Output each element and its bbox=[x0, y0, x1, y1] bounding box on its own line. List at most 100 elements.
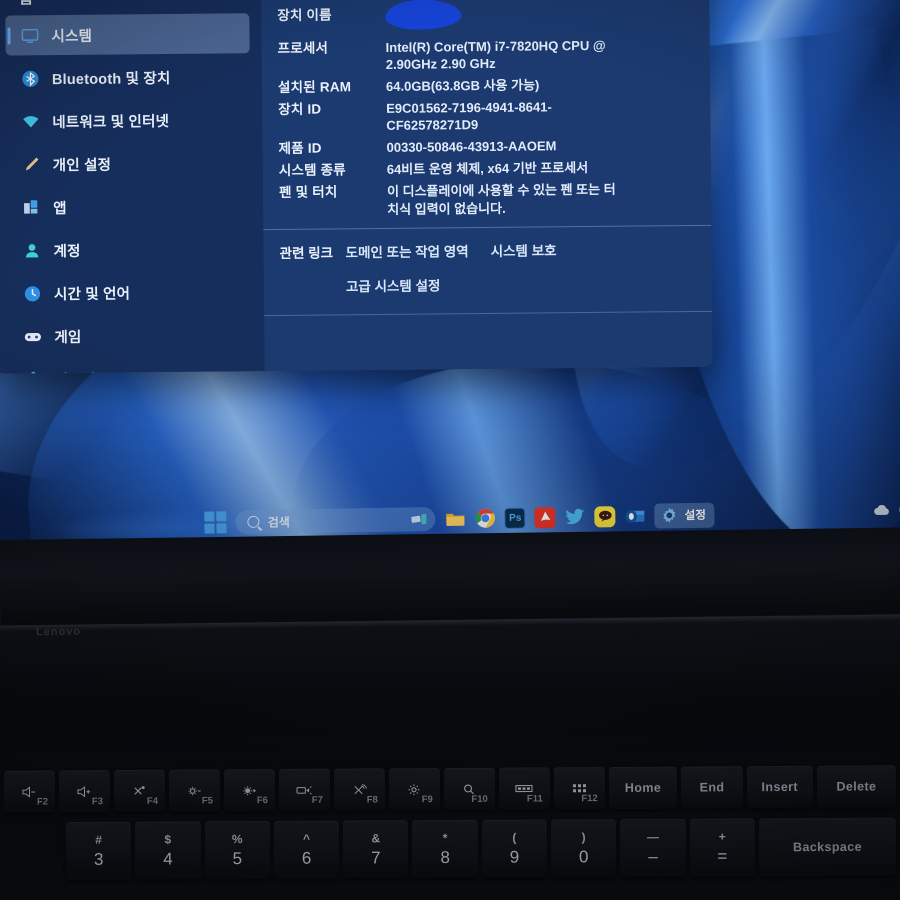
airplane-mode-icon bbox=[352, 783, 367, 796]
outlook-icon[interactable] bbox=[625, 505, 646, 526]
link-advanced-system-settings[interactable]: 고급 시스템 설정 bbox=[346, 279, 441, 295]
key-f3[interactable]: F3 bbox=[58, 770, 111, 813]
sidebar-item-system[interactable]: 시스템 bbox=[5, 13, 250, 56]
key-label: F2 bbox=[36, 796, 49, 808]
mic-mute-icon bbox=[132, 784, 147, 797]
related-links-label: 관련 링크 bbox=[279, 245, 334, 262]
key-f6[interactable]: F6 bbox=[223, 769, 275, 812]
key-digit: = bbox=[717, 846, 728, 866]
sidebar-item-label: 시스템 bbox=[51, 28, 93, 45]
widgets-icon[interactable] bbox=[411, 512, 428, 526]
key-f5[interactable]: F5 bbox=[168, 769, 220, 812]
sidebar-item-time-language[interactable]: 시간 및 언어 bbox=[8, 271, 252, 313]
key-0[interactable]: ) 0 bbox=[550, 819, 617, 878]
key-f2[interactable]: F2 bbox=[3, 770, 56, 813]
key-end[interactable]: End bbox=[681, 766, 743, 809]
sidebar-item-gaming[interactable]: 게임 bbox=[8, 314, 252, 356]
chrome-icon[interactable] bbox=[475, 508, 496, 529]
search-input[interactable]: 검색 bbox=[235, 507, 436, 535]
keyboard: F2 F3 F4 F5 F6 F7 F8 F9 F10 F11 F12 Home… bbox=[0, 760, 900, 900]
key-3[interactable]: # 3 bbox=[65, 821, 132, 881]
device-spec-panel: i 장치 사양 복사 ▵ 장치 이름 프로세서 Intel(R) Core(TM… bbox=[260, 0, 713, 372]
key-minus[interactable]: — – bbox=[620, 818, 686, 878]
gamepad-icon bbox=[22, 326, 42, 346]
key-f11[interactable]: F11 bbox=[498, 767, 550, 810]
sidebar-item-accessibility[interactable]: 접근성 bbox=[9, 357, 253, 374]
sidebar-item-label: 시간 및 언어 bbox=[53, 285, 131, 303]
apps-icon bbox=[21, 197, 41, 217]
key-label: F5 bbox=[201, 795, 213, 807]
key-label: Home bbox=[624, 780, 662, 795]
key-equals[interactable]: + = bbox=[689, 818, 756, 877]
key-f4[interactable]: F4 bbox=[113, 769, 166, 813]
file-explorer-icon[interactable] bbox=[445, 508, 466, 529]
cloud-icon[interactable] bbox=[873, 503, 891, 521]
key-f10[interactable]: F10 bbox=[443, 767, 495, 811]
laptop-photo: 홈 시스템 Bluetooth 및 장치 bbox=[0, 0, 900, 900]
key-7[interactable]: & 7 bbox=[343, 820, 409, 879]
redaction-blob bbox=[385, 0, 462, 30]
sidebar-item-label: 계정 bbox=[53, 243, 81, 260]
key-symbol: ) bbox=[581, 830, 586, 845]
key-symbol: — bbox=[646, 829, 659, 844]
settings-gear-icon bbox=[407, 783, 421, 796]
key-home[interactable]: Home bbox=[608, 766, 678, 810]
key-8[interactable]: * 8 bbox=[412, 819, 478, 879]
key-f7[interactable]: F7 bbox=[278, 768, 330, 812]
key-f12[interactable]: F12 bbox=[553, 767, 605, 810]
key-symbol: & bbox=[371, 831, 381, 846]
clock-icon bbox=[22, 283, 42, 303]
key-insert[interactable]: Insert bbox=[746, 765, 814, 809]
key-9[interactable]: ( 9 bbox=[481, 819, 548, 878]
spec-row-device-id: 장치 ID E9C01562-7196-4941-8641-CF62578271… bbox=[278, 97, 710, 136]
sidebar-item-label: Bluetooth 및 장치 bbox=[51, 70, 171, 88]
key-symbol: + bbox=[718, 829, 726, 844]
spec-key: 제품 ID bbox=[278, 140, 322, 156]
sidebar-item-accounts[interactable]: 계정 bbox=[7, 228, 251, 270]
photoshop-icon[interactable]: Ps bbox=[504, 507, 526, 529]
brightness-up-icon bbox=[242, 784, 257, 797]
sidebar-item-network[interactable]: 네트워크 및 인터넷 bbox=[6, 99, 250, 141]
key-backspace[interactable]: Backspace bbox=[758, 817, 897, 877]
keyboard-number-row: # 3 $ 4 % 5 ^ 6 & 7 * 8 (9) 0 — – + = … bbox=[0, 817, 900, 885]
key-f8[interactable]: F8 bbox=[333, 768, 385, 811]
key-label: F8 bbox=[366, 794, 378, 806]
spec-value: 00330-50846-43913-AAOEM bbox=[386, 138, 557, 155]
keyboard-function-row: F2 F3 F4 F5 F6 F7 F8 F9 F10 F11 F12 Home… bbox=[0, 765, 900, 816]
key-4[interactable]: $ 4 bbox=[135, 821, 201, 880]
key-label: Insert bbox=[761, 779, 799, 795]
settings-sidebar: 홈 시스템 Bluetooth 및 장치 bbox=[0, 0, 265, 374]
link-domain-workgroup[interactable]: 도메인 또는 작업 영역 bbox=[346, 241, 469, 262]
key-f9[interactable]: F9 bbox=[388, 768, 440, 811]
sidebar-item-label: 개인 설정 bbox=[52, 157, 112, 174]
key-digit: 5 bbox=[232, 849, 243, 869]
twitter-icon[interactable] bbox=[565, 506, 586, 527]
key-6[interactable]: ^ 6 bbox=[273, 820, 340, 879]
acrobat-reader-icon[interactable] bbox=[534, 506, 556, 528]
sidebar-item-personalization[interactable]: 개인 설정 bbox=[7, 142, 251, 184]
spec-value: 64비트 운영 체제, x64 기반 프로세서 bbox=[386, 160, 589, 178]
key-digit: 4 bbox=[163, 849, 173, 869]
key-label: F7 bbox=[311, 794, 323, 806]
screen-bezel bbox=[0, 527, 900, 626]
system-tray bbox=[873, 502, 900, 522]
key-label: F9 bbox=[421, 794, 433, 806]
key-symbol: % bbox=[231, 832, 243, 847]
windows-start-icon[interactable] bbox=[204, 511, 227, 534]
key-5[interactable]: % 5 bbox=[204, 820, 271, 880]
brush-icon bbox=[21, 154, 41, 174]
key-digit: – bbox=[648, 846, 658, 866]
settings-window: 홈 시스템 Bluetooth 및 장치 bbox=[0, 0, 713, 374]
key-digit: 8 bbox=[440, 848, 450, 868]
sidebar-item-apps[interactable]: 앱 bbox=[7, 185, 251, 227]
key-label: End bbox=[699, 780, 725, 795]
key-delete[interactable]: Delete bbox=[816, 765, 897, 808]
key-label: F12 bbox=[581, 793, 598, 805]
link-system-protection[interactable]: 시스템 보호 bbox=[491, 240, 557, 261]
search-placeholder: 검색 bbox=[267, 514, 291, 530]
key-symbol: ( bbox=[512, 830, 517, 845]
sidebar-item-bluetooth[interactable]: Bluetooth 및 장치 bbox=[6, 56, 250, 98]
sidebar-item-home[interactable]: 홈 bbox=[0, 0, 261, 13]
taskbar-active-settings-window[interactable]: 설정 bbox=[654, 502, 715, 529]
kakaotalk-icon[interactable] bbox=[594, 505, 616, 528]
